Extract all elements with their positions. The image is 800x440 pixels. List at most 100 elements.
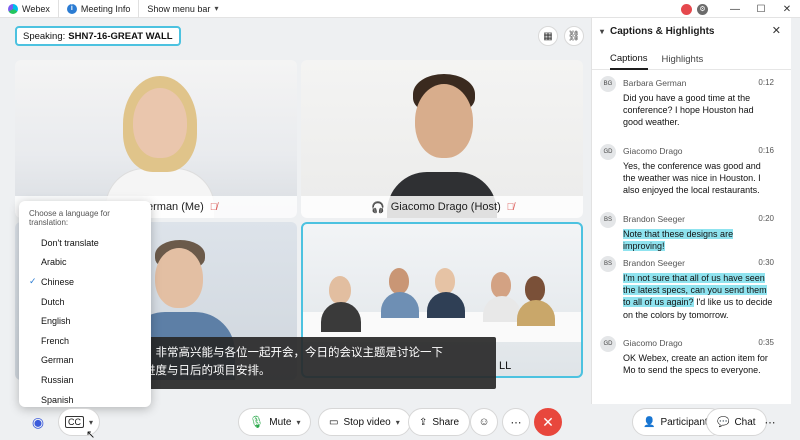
language-menu-title: Choose a language for translation: bbox=[29, 209, 110, 227]
person-head bbox=[389, 268, 409, 294]
caption-speaker: Brandon Seeger bbox=[623, 214, 685, 224]
caption-time: 0:20 bbox=[758, 214, 774, 223]
live-caption-overlay: ！非常高兴能与各位一起开会，今日的会议主题是讨论一下 进度与日后的项目安排。 bbox=[130, 337, 496, 389]
grid-icon: ▦ bbox=[543, 30, 553, 42]
caption-speaker: Brandon Seeger bbox=[623, 258, 685, 268]
translation-language-menu: Choose a language for translation: Don't… bbox=[19, 201, 151, 407]
caption-text: Yes, the conference was good and the wea… bbox=[623, 161, 761, 196]
assistant-button[interactable]: ◉ bbox=[24, 408, 52, 436]
chevron-down-icon[interactable]: ▾ bbox=[296, 418, 300, 427]
close-icon[interactable]: ✕ bbox=[772, 24, 781, 37]
tab-highlights[interactable]: Highlights bbox=[662, 48, 704, 70]
person-body bbox=[321, 302, 361, 332]
webex-logo-icon bbox=[8, 3, 18, 14]
link-button[interactable]: ⛓ bbox=[564, 26, 584, 46]
person-head bbox=[329, 276, 351, 304]
share-icon: ⇪ bbox=[419, 416, 428, 428]
layout-grid-button[interactable]: ▦ bbox=[538, 26, 558, 46]
microphone-icon: 🎙 bbox=[249, 415, 265, 429]
chat-label: Chat bbox=[734, 416, 756, 428]
show-menu-bar-label: Show menu bar bbox=[147, 3, 211, 14]
smiley-icon: ☺ bbox=[478, 416, 490, 428]
language-option[interactable]: German bbox=[19, 351, 151, 371]
speaking-indicator: Speaking: SHN7-16-GREAT WALL bbox=[15, 26, 181, 46]
caption-speaker: Giacomo Drago bbox=[623, 338, 683, 348]
muted-mic-icon: 🎙̸ bbox=[506, 201, 515, 213]
captions-highlights-panel: ▾ Captions & Highlights ✕ Captions Highl… bbox=[591, 18, 791, 404]
person-body bbox=[427, 292, 465, 318]
language-option-label: French bbox=[41, 335, 70, 346]
caption-text: Did you have a good time at the conferen… bbox=[623, 93, 754, 128]
minimize-button[interactable]: — bbox=[722, 0, 748, 18]
person-body bbox=[517, 300, 555, 326]
more-icon: ⋯ bbox=[764, 416, 776, 429]
reactions-button[interactable]: ☺ bbox=[470, 408, 498, 436]
language-option-label: Dutch bbox=[41, 296, 65, 307]
panel-header: ▾ Captions & Highlights bbox=[592, 18, 791, 44]
headset-icon: 🎧 bbox=[371, 201, 385, 214]
chevron-down-icon[interactable]: ▾ bbox=[396, 418, 400, 427]
person-body bbox=[381, 292, 419, 318]
tile-name: LL bbox=[499, 360, 512, 372]
language-option-label: Arabic bbox=[41, 257, 67, 268]
language-option[interactable]: English bbox=[19, 311, 151, 331]
more-apps-button[interactable]: ⋯ bbox=[756, 408, 784, 436]
chevron-down-icon[interactable]: ▾ bbox=[89, 418, 93, 427]
chevron-down-icon[interactable]: ▾ bbox=[600, 27, 604, 36]
app-name: Webex bbox=[22, 3, 50, 14]
person-icon: 👤 bbox=[643, 416, 656, 428]
mute-label: Mute bbox=[269, 416, 292, 428]
language-option-label: Don't translate bbox=[41, 237, 99, 248]
settings-icon[interactable]: ⚙ bbox=[697, 3, 708, 15]
caption-time: 0:30 bbox=[758, 258, 774, 267]
chat-icon: 💬 bbox=[717, 416, 730, 428]
video-tile-barbara[interactable]: erman (Me) 🎙̸ bbox=[15, 60, 297, 218]
language-option[interactable]: Arabic bbox=[19, 253, 151, 273]
video-tile-giacomo[interactable]: 🎧 Giacomo Drago (Host) 🎙̸ bbox=[301, 60, 583, 218]
mute-button[interactable]: 🎙 Mute ▾ bbox=[238, 408, 312, 436]
language-option-label: Russian bbox=[41, 374, 74, 385]
caption-time: 0:35 bbox=[758, 338, 774, 347]
language-option[interactable]: Don't translate bbox=[19, 233, 151, 253]
meeting-controls: ◉ CC ▾ 🎙 Mute ▾ ▭ Stop video ▾ ⇪ Share ☺… bbox=[0, 404, 800, 440]
stop-video-label: Stop video bbox=[343, 416, 391, 428]
language-option-label: Chinese bbox=[41, 276, 75, 287]
webex-assistant-icon: ◉ bbox=[31, 413, 45, 430]
language-option[interactable]: French bbox=[19, 331, 151, 351]
person-head bbox=[133, 88, 187, 158]
meeting-info-button[interactable]: i Meeting Info bbox=[57, 0, 139, 18]
caption-line-1: ！非常高兴能与各位一起开会，今日的会议主题是讨论一下 bbox=[144, 347, 443, 359]
language-option[interactable]: Dutch bbox=[19, 292, 151, 312]
caption-speaker: Barbara German bbox=[623, 78, 687, 88]
user-avatar[interactable] bbox=[681, 3, 692, 15]
more-options-button[interactable]: ⋯ bbox=[502, 408, 530, 436]
maximize-button[interactable]: ☐ bbox=[748, 0, 774, 18]
person-head bbox=[155, 248, 203, 308]
caption-time: 0:16 bbox=[758, 146, 774, 155]
caption-time: 0:12 bbox=[758, 78, 774, 87]
close-window-button[interactable]: ✕ bbox=[774, 0, 800, 18]
language-option[interactable]: ✓ Chinese bbox=[19, 272, 151, 292]
language-option-label: English bbox=[41, 316, 71, 327]
share-label: Share bbox=[432, 416, 460, 428]
tab-captions[interactable]: Captions bbox=[610, 48, 648, 70]
meeting-info-label: Meeting Info bbox=[80, 3, 131, 14]
language-option[interactable]: Russian bbox=[19, 370, 151, 390]
speaking-name: SHN7-16-GREAT WALL bbox=[68, 30, 173, 42]
share-button[interactable]: ⇪ Share bbox=[408, 408, 471, 436]
tile-name: erman (Me) bbox=[147, 201, 204, 213]
checkmark-icon: ✓ bbox=[29, 276, 37, 287]
caption-speaker: Giacomo Drago bbox=[623, 146, 683, 156]
language-option-label: German bbox=[41, 355, 74, 366]
chevron-down-icon: ▾ bbox=[214, 4, 219, 13]
leave-meeting-button[interactable]: ✕ bbox=[534, 408, 562, 436]
avatar: GD bbox=[600, 336, 616, 352]
stop-video-button[interactable]: ▭ Stop video ▾ bbox=[318, 408, 411, 436]
show-menu-bar-button[interactable]: Show menu bar ▾ bbox=[138, 0, 226, 18]
caption-text: OK Webex, create an action item for Mo t… bbox=[623, 353, 768, 376]
muted-mic-icon: 🎙̸ bbox=[209, 201, 218, 213]
info-icon: i bbox=[66, 3, 77, 14]
highlighted-caption-text[interactable]: Note that these designs are improving! bbox=[623, 229, 734, 252]
camera-icon: ▭ bbox=[329, 416, 339, 428]
title-bar: Webex i Meeting Info Show menu bar ▾ ⚙ —… bbox=[0, 0, 800, 18]
